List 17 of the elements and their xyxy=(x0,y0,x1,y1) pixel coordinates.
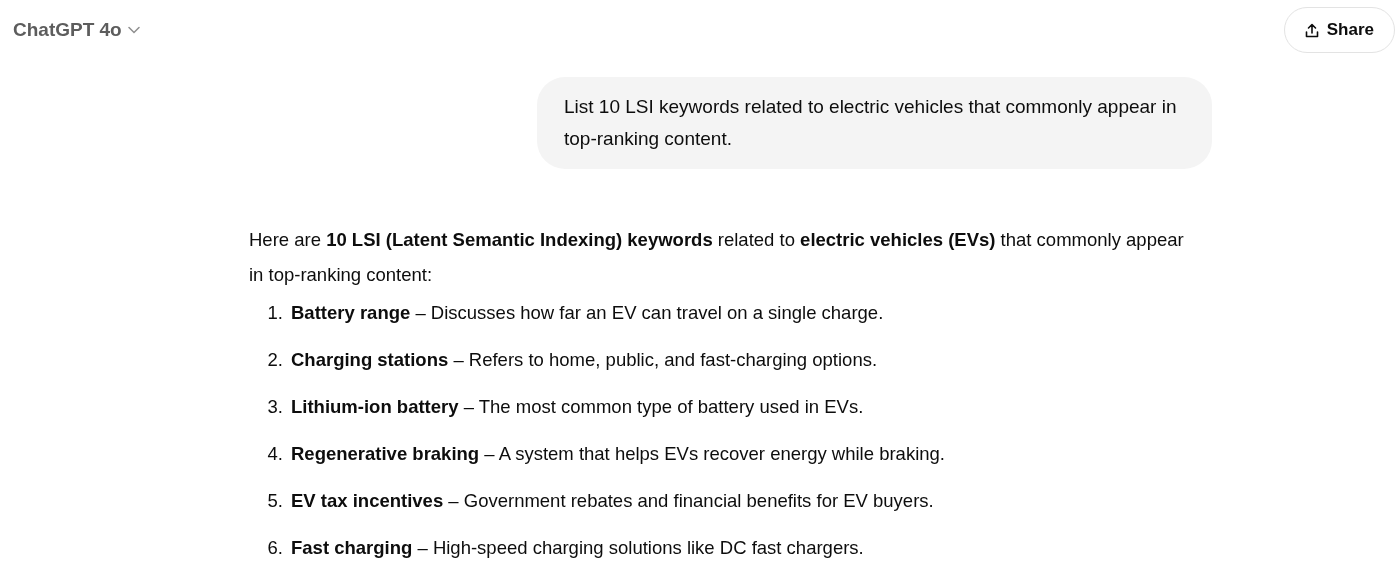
share-icon xyxy=(1304,22,1319,38)
list-item-text: Charging stations – Refers to home, public, and fast-charging options. xyxy=(291,348,878,372)
list-item-text: Lithium-ion battery – The most common type of battery used in EVs. xyxy=(291,395,864,419)
list-number: 1. xyxy=(266,301,284,325)
list-item-text: EV tax incentives – Government rebates and financial benefits for EV buyers. xyxy=(291,489,934,513)
list-number: 5. xyxy=(266,489,284,513)
list-item-text: Battery range – Discusses how far an EV can travel on a single charge. xyxy=(291,301,884,325)
model-selector[interactable]: ChatGPT 4o xyxy=(13,15,140,45)
chevron-down-icon xyxy=(127,26,140,34)
list-item-text: Fast charging – High-speed charging solutions like DC fast chargers. xyxy=(291,536,864,560)
list-number: 4. xyxy=(266,442,284,466)
list-number: 3. xyxy=(266,395,284,419)
list-number: 2. xyxy=(266,348,284,372)
response-paragraph: Here are 10 LSI (Latent Semantic Indexing) keywords related to electric vehicles (EVs) that commonly appear in top-ranking content: xyxy=(249,228,1185,287)
list-item-text: Regenerative braking – A system that helps EVs recover energy while braking. xyxy=(291,442,945,466)
list-number: 6. xyxy=(266,536,284,560)
user-message: List 10 LSI keywords related to electric vehicles that commonly appear in top-ranking content. xyxy=(537,77,1212,169)
